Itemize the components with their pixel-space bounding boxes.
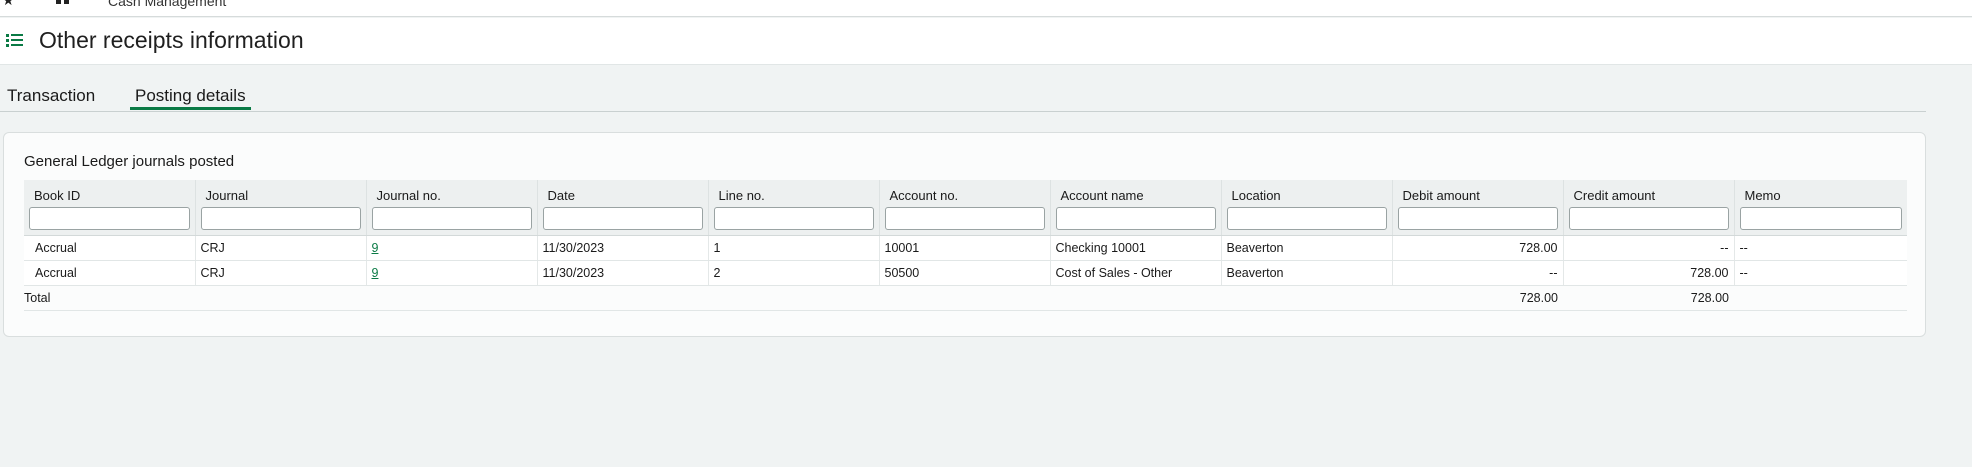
cell-credit-amount: 728.00 bbox=[1562, 260, 1734, 286]
filter-credit-amount-input[interactable] bbox=[1568, 207, 1729, 230]
cell-debit-amount: -- bbox=[1391, 260, 1563, 286]
menu-list-icon[interactable] bbox=[6, 34, 24, 48]
filter-journal-no-input[interactable] bbox=[371, 207, 532, 230]
cell-location: Beaverton bbox=[1220, 260, 1392, 286]
cell-account-name: Checking 10001 bbox=[1049, 235, 1221, 261]
filter-account-no-input[interactable] bbox=[884, 207, 1045, 230]
column-label: Journal no. bbox=[376, 188, 441, 203]
tab-transaction[interactable]: Transaction bbox=[7, 86, 95, 106]
grid-icon[interactable] bbox=[56, 0, 70, 4]
total-debit: 728.00 bbox=[1392, 285, 1563, 311]
column-label: Memo bbox=[1744, 188, 1781, 203]
cell-journal-no: 9 bbox=[365, 235, 537, 261]
cell-book-id: Accrual bbox=[24, 260, 195, 286]
column-header-account-name: Account name bbox=[1049, 180, 1221, 236]
cell-date: 11/30/2023 bbox=[536, 235, 708, 261]
filter-memo-input[interactable] bbox=[1739, 207, 1902, 230]
gl-journals-card: General Ledger journals posted Book ID J… bbox=[3, 132, 1926, 337]
cell-location: Beaverton bbox=[1220, 235, 1392, 261]
cell-journal-no: 9 bbox=[365, 260, 537, 286]
cell-account-name: Cost of Sales - Other bbox=[1049, 260, 1221, 286]
cell-date: 11/30/2023 bbox=[536, 260, 708, 286]
column-header-location: Location bbox=[1220, 180, 1392, 236]
filter-journal-input[interactable] bbox=[200, 207, 361, 230]
column-label: Date bbox=[547, 188, 575, 203]
cell-journal: CRJ bbox=[194, 260, 366, 286]
cell-account-no: 50500 bbox=[878, 260, 1050, 286]
table-row: Accrual CRJ 9 11/30/2023 2 50500 Cost of… bbox=[24, 260, 1907, 286]
title-bar: Other receipts information bbox=[0, 18, 1972, 65]
cell-book-id: Accrual bbox=[24, 235, 195, 261]
column-header-journal-no: Journal no. bbox=[365, 180, 537, 236]
filter-line-no-input[interactable] bbox=[713, 207, 874, 230]
cell-line-no: 1 bbox=[707, 235, 879, 261]
column-label: Account name bbox=[1060, 188, 1144, 203]
filter-location-input[interactable] bbox=[1226, 207, 1387, 230]
column-header-account-no: Account no. bbox=[878, 180, 1050, 236]
column-header-line-no: Line no. bbox=[707, 180, 879, 236]
column-label: Account no. bbox=[889, 188, 959, 203]
column-label: Credit amount bbox=[1573, 188, 1656, 203]
journal-no-link[interactable]: 9 bbox=[372, 241, 379, 255]
cell-debit-amount: 728.00 bbox=[1391, 235, 1563, 261]
cell-journal: CRJ bbox=[194, 235, 366, 261]
star-icon[interactable]: ★ bbox=[2, 0, 15, 9]
column-label: Journal bbox=[205, 188, 249, 203]
gl-journals-table: Book ID Journal Journal no. Date Line no… bbox=[24, 180, 1907, 311]
cell-line-no: 2 bbox=[707, 260, 879, 286]
page-title: Other receipts information bbox=[39, 27, 304, 53]
filter-book-id-input[interactable] bbox=[29, 207, 190, 230]
filter-debit-amount-input[interactable] bbox=[1397, 207, 1558, 230]
filter-date-input[interactable] bbox=[542, 207, 703, 230]
breadcrumb[interactable]: Cash Management bbox=[108, 0, 226, 9]
column-header-credit-amount: Credit amount bbox=[1562, 180, 1734, 236]
column-label: Debit amount bbox=[1402, 188, 1480, 203]
cell-memo: -- bbox=[1733, 235, 1907, 261]
total-label: Total bbox=[24, 285, 195, 311]
column-header-journal: Journal bbox=[194, 180, 366, 236]
section-title: General Ledger journals posted bbox=[24, 153, 235, 170]
cell-credit-amount: -- bbox=[1562, 235, 1734, 261]
filter-account-name-input[interactable] bbox=[1055, 207, 1216, 230]
cell-account-no: 10001 bbox=[878, 235, 1050, 261]
header-row: Book ID Journal Journal no. Date Line no… bbox=[24, 180, 1907, 236]
top-nav-bar: ★ Cash Management bbox=[0, 0, 1972, 17]
column-label: Book ID bbox=[34, 188, 81, 203]
cell-memo: -- bbox=[1733, 260, 1907, 286]
table-row: Accrual CRJ 9 11/30/2023 1 10001 Checkin… bbox=[24, 235, 1907, 261]
tab-posting-details[interactable]: Posting details bbox=[130, 86, 251, 110]
column-label: Line no. bbox=[718, 188, 765, 203]
column-header-memo: Memo bbox=[1733, 180, 1907, 236]
column-header-date: Date bbox=[536, 180, 708, 236]
total-credit: 728.00 bbox=[1563, 285, 1734, 311]
column-label: Location bbox=[1231, 188, 1281, 203]
column-header-book-id: Book ID bbox=[24, 180, 195, 236]
journal-no-link[interactable]: 9 bbox=[372, 266, 379, 280]
tab-bar: Transaction Posting details bbox=[0, 82, 1926, 112]
total-row: Total 728.00 728.00 bbox=[24, 285, 1907, 311]
column-header-debit-amount: Debit amount bbox=[1391, 180, 1563, 236]
